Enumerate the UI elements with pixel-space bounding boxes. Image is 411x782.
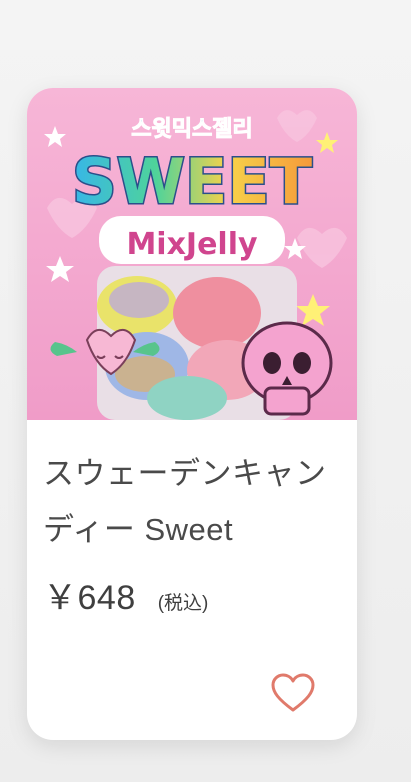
product-name-line-2: ディー Sweet bbox=[43, 512, 234, 547]
package-korean-title: 스윗믹스젤리 bbox=[131, 117, 252, 142]
package-mixjelly-word: MixJelly bbox=[126, 227, 258, 262]
tax-included-label: (税込) bbox=[157, 593, 209, 614]
heart-outline-icon bbox=[271, 673, 315, 712]
product-name-line-1: スウェーデンキャン bbox=[43, 456, 327, 491]
price-row: ￥648 (税込) bbox=[43, 570, 208, 619]
favorite-button[interactable] bbox=[270, 672, 316, 714]
product-image[interactable]: 스윗믹스젤리 SWEET MixJelly bbox=[27, 88, 357, 420]
product-name[interactable]: スウェーデンキャン ディー Sweet bbox=[43, 446, 343, 558]
package-sweet-word: SWEET bbox=[72, 145, 312, 218]
product-price: ￥648 bbox=[43, 579, 136, 617]
product-card[interactable]: 스윗믹스젤리 SWEET MixJelly bbox=[27, 88, 357, 740]
